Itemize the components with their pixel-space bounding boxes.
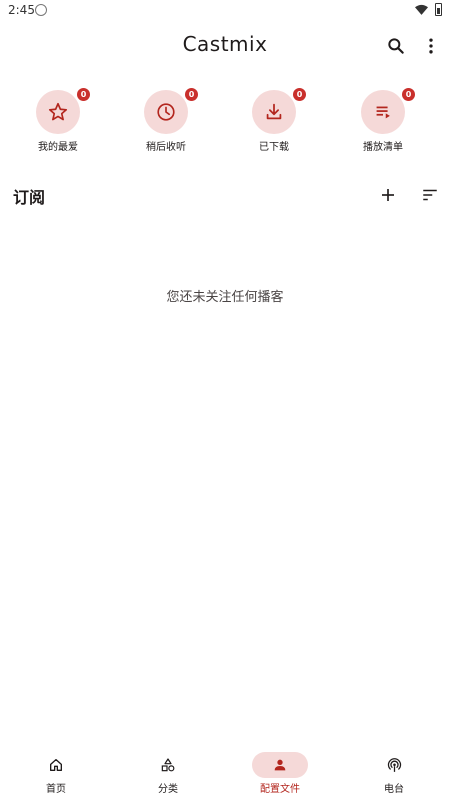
shortcut-favorites[interactable]: 0 我的最爱 xyxy=(18,87,98,156)
bottom-navigation: 首页 分类 配置文件 电台 xyxy=(0,748,450,800)
nav-profile[interactable]: 配置文件 xyxy=(224,748,336,800)
more-options-button[interactable] xyxy=(415,30,447,62)
nav-home-pill xyxy=(28,752,84,778)
shortcut-label: 已下载 xyxy=(259,142,289,153)
nav-home[interactable]: 首页 xyxy=(0,748,112,800)
more-vert-icon xyxy=(429,38,433,54)
shortcut-listen-later[interactable]: 0 稍后收听 xyxy=(126,87,206,156)
person-icon xyxy=(274,759,286,771)
nav-category[interactable]: 分类 xyxy=(112,748,224,800)
nav-label: 电台 xyxy=(384,784,404,795)
app-bar: Castmix xyxy=(0,22,450,68)
category-icon xyxy=(161,758,175,772)
listen-later-icon-circle xyxy=(144,90,188,134)
nav-label: 首页 xyxy=(46,784,66,795)
downloaded-count-badge: 0 xyxy=(292,87,307,102)
status-bar: 2:45 xyxy=(0,0,450,22)
library-shortcuts: 0 我的最爱 0 稍后收听 0 已下载 0 播放清单 xyxy=(0,87,450,160)
clock-icon xyxy=(157,103,175,121)
favorites-count-badge: 0 xyxy=(76,87,91,102)
nav-label: 分类 xyxy=(158,784,178,795)
downloaded-icon-circle xyxy=(252,90,296,134)
nav-category-pill xyxy=(140,752,196,778)
shortcut-downloaded[interactable]: 0 已下载 xyxy=(234,87,314,156)
wifi-icon xyxy=(415,4,428,15)
nav-profile-pill xyxy=(252,752,308,778)
battery-icon xyxy=(435,3,442,16)
listen-later-count-badge: 0 xyxy=(184,87,199,102)
sim-icon xyxy=(35,4,47,16)
nav-label: 配置文件 xyxy=(260,784,300,795)
add-subscription-button[interactable] xyxy=(372,179,404,211)
home-icon xyxy=(50,759,62,771)
playlist-icon-circle xyxy=(361,90,405,134)
shortcut-label: 播放清单 xyxy=(363,142,403,153)
sort-button[interactable] xyxy=(414,179,446,211)
shortcut-playlist[interactable]: 0 播放清单 xyxy=(343,87,423,156)
sort-icon xyxy=(423,189,437,201)
shortcut-label: 我的最爱 xyxy=(38,142,78,153)
nav-radio-pill xyxy=(366,752,422,778)
podcast-icon xyxy=(387,757,401,772)
subscriptions-header: 订阅 xyxy=(0,178,450,212)
playlist-count-badge: 0 xyxy=(401,87,416,102)
search-icon xyxy=(388,38,404,54)
empty-subscriptions-message: 您还未关注任何播客 xyxy=(166,290,284,305)
status-time: 2:45 xyxy=(8,3,35,17)
star-icon xyxy=(48,102,68,121)
search-button[interactable] xyxy=(380,30,412,62)
nav-radio[interactable]: 电台 xyxy=(338,748,450,800)
subscriptions-title: 订阅 xyxy=(13,188,46,207)
add-icon xyxy=(382,189,394,201)
playlist-icon xyxy=(376,106,390,119)
shortcut-label: 稍后收听 xyxy=(146,142,186,153)
favorites-icon-circle xyxy=(36,90,80,134)
download-icon xyxy=(266,103,282,120)
